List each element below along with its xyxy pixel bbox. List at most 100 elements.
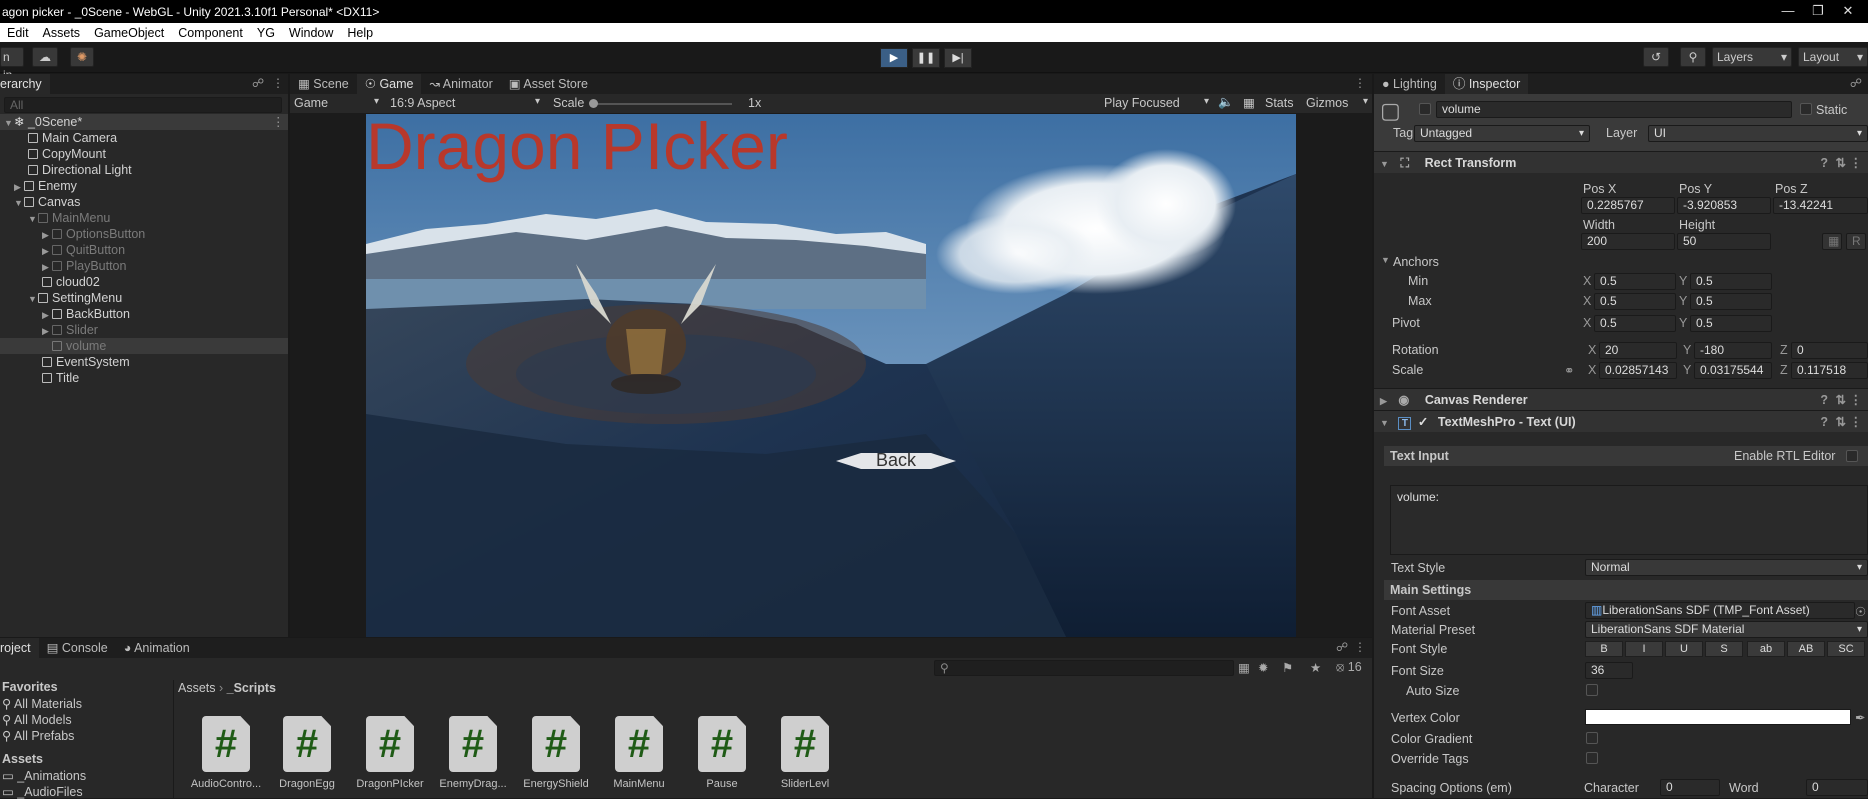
character-spacing-field[interactable]: 0 <box>1660 779 1720 796</box>
lock-icon[interactable]: ☍ <box>1336 640 1348 654</box>
breadcrumb-scripts[interactable]: _Scripts <box>227 681 276 695</box>
more-icon[interactable]: ⋮ <box>272 114 285 130</box>
game-dropdown[interactable]: Game ▾ <box>294 96 379 110</box>
tab-asset-store[interactable]: ▣ Asset Store <box>501 74 596 94</box>
tab-hierarchy[interactable]: erarchy <box>0 74 50 94</box>
scale-slider-handle[interactable] <box>589 99 598 108</box>
more-icon[interactable]: ⋮ <box>1354 76 1366 90</box>
script-asset[interactable]: # EnergyShield <box>516 716 596 790</box>
hierarchy-item[interactable]: Main Camera <box>0 130 117 146</box>
more-icon[interactable]: ⋮ <box>1850 152 1863 174</box>
menu-edit[interactable]: Edit <box>0 26 36 40</box>
chevron-right-icon[interactable]: ▶ <box>42 243 52 259</box>
hierarchy-item[interactable]: CopyMount <box>0 146 106 162</box>
hierarchy-item[interactable]: ▶ Slider <box>0 322 98 338</box>
account-button[interactable]: n in <box>0 47 24 82</box>
collab-icon[interactable]: ✺ <box>70 47 94 67</box>
tag-dropdown[interactable]: Untagged ▾ <box>1414 125 1590 142</box>
lock-icon[interactable]: ☍ <box>252 76 264 90</box>
more-icon[interactable]: ⋮ <box>272 76 284 90</box>
hierarchy-item[interactable]: ▶ BackButton <box>0 306 130 322</box>
hierarchy-item[interactable]: ▼ Canvas <box>0 194 80 210</box>
anchor-min-y-field[interactable]: 0.5 <box>1690 273 1772 290</box>
back-button[interactable]: Back <box>836 450 956 471</box>
layers-dropdown[interactable]: Layers ▾ <box>1712 47 1792 67</box>
hierarchy-item-selected[interactable]: volume <box>0 338 288 354</box>
more-icon[interactable]: ⋮ <box>1354 640 1366 654</box>
width-field[interactable]: 200 <box>1581 233 1675 250</box>
chevron-right-icon[interactable]: ▶ <box>42 307 52 323</box>
layer-dropdown[interactable]: UI ▾ <box>1648 125 1868 142</box>
strikethrough-button[interactable]: S <box>1705 641 1743 657</box>
tab-console[interactable]: ▤ Console <box>39 638 116 658</box>
scale-z-field[interactable]: 0.117518 <box>1791 362 1868 379</box>
favorites-header[interactable]: Favorites <box>2 680 58 694</box>
vertex-color-swatch[interactable] <box>1585 709 1851 725</box>
tab-scene[interactable]: ▦ Scene <box>290 74 357 94</box>
layout-dropdown[interactable]: Layout ▾ <box>1798 47 1868 67</box>
chevron-right-icon[interactable]: ▶ <box>42 227 52 243</box>
tab-lighting[interactable]: ● Lighting <box>1374 74 1445 94</box>
breadcrumb-assets[interactable]: Assets <box>178 681 216 695</box>
script-asset[interactable]: # EnemyDrag... <box>433 716 513 790</box>
folder-item[interactable]: ▭ _Animations <box>2 768 86 783</box>
object-picker-icon[interactable]: ☉ <box>1855 604 1866 619</box>
italic-button[interactable]: I <box>1625 641 1663 657</box>
chevron-down-icon[interactable]: ▼ <box>28 291 38 307</box>
rect-transform-header[interactable]: ▼ ⛶ Rect Transform ? ⇅ ⋮ <box>1374 151 1868 173</box>
hierarchy-item[interactable]: ▼ SettingMenu <box>0 290 122 306</box>
aspect-dropdown[interactable]: 16:9 Aspect ▾ <box>390 96 540 110</box>
game-viewport[interactable]: Dragon PIcker Back <box>366 114 1296 637</box>
rotation-x-field[interactable]: 20 <box>1599 342 1677 359</box>
tab-animator[interactable]: ↝ Animator <box>421 74 500 94</box>
scene-row[interactable]: ▼❄ _0Scene* ⋮ <box>0 114 288 130</box>
hierarchy-item[interactable]: Title <box>0 370 79 386</box>
play-focused-dropdown[interactable]: Play Focused ▾ <box>1104 96 1209 110</box>
rotation-z-field[interactable]: 0 <box>1791 342 1868 359</box>
rotation-y-field[interactable]: -180 <box>1694 342 1772 359</box>
auto-size-checkbox[interactable] <box>1586 684 1598 696</box>
menu-gameobject[interactable]: GameObject <box>87 26 171 40</box>
enabled-checkbox[interactable]: ✓ <box>1418 415 1428 429</box>
chevron-down-icon[interactable]: ▼ <box>14 195 24 211</box>
audio-icon[interactable]: 🔈 <box>1218 95 1234 110</box>
tab-project[interactable]: roject <box>0 638 39 658</box>
script-asset[interactable]: # MainMenu <box>599 716 679 790</box>
favorite-item[interactable]: ⚲ All Prefabs <box>2 728 74 743</box>
chevron-down-icon[interactable]: ▼ <box>1381 255 1390 265</box>
rtl-checkbox[interactable] <box>1846 450 1858 462</box>
settings-icon[interactable]: ⇅ <box>1836 152 1846 174</box>
pos-y-field[interactable]: -3.920853 <box>1677 197 1771 214</box>
menu-component[interactable]: Component <box>171 26 250 40</box>
hierarchy-item[interactable]: EventSystem <box>0 354 130 370</box>
gizmos-dropdown[interactable]: Gizmos ▾ <box>1306 96 1368 110</box>
filter-label-icon[interactable]: ✹ <box>1258 660 1268 675</box>
script-asset[interactable]: # AudioContro... <box>186 716 266 790</box>
settings-icon[interactable]: ⇅ <box>1836 389 1846 411</box>
pivot-x-field[interactable]: 0.5 <box>1594 315 1676 332</box>
script-asset[interactable]: # SliderLevl <box>765 716 845 790</box>
active-checkbox[interactable] <box>1419 103 1431 115</box>
link-icon[interactable]: ⚭ <box>1564 363 1574 378</box>
help-icon[interactable]: ? <box>1820 411 1828 433</box>
anchor-max-y-field[interactable]: 0.5 <box>1690 293 1772 310</box>
underline-button[interactable]: U <box>1665 641 1703 657</box>
hierarchy-item[interactable]: ▶ OptionsButton <box>0 226 145 242</box>
chevron-right-icon[interactable]: ▶ <box>42 259 52 275</box>
lock-icon[interactable]: ☍ <box>1850 76 1862 90</box>
assets-header[interactable]: Assets <box>2 752 43 766</box>
uppercase-button[interactable]: AB <box>1787 641 1825 657</box>
project-search-input[interactable]: ⚲ <box>934 660 1234 676</box>
resolution-icon[interactable]: ▦ <box>1243 95 1255 110</box>
eyedropper-icon[interactable]: ✒ <box>1855 710 1865 725</box>
text-input-area[interactable]: volume: <box>1390 485 1868 555</box>
close-button[interactable]: ✕ <box>1828 0 1868 23</box>
hierarchy-item[interactable]: ▶ PlayButton <box>0 258 126 274</box>
anchor-max-x-field[interactable]: 0.5 <box>1594 293 1676 310</box>
pause-button[interactable]: ❚❚ <box>912 48 940 68</box>
override-tags-checkbox[interactable] <box>1586 752 1598 764</box>
tab-animation[interactable]: ◕ Animation <box>116 638 198 658</box>
favorite-star-icon[interactable]: ★ <box>1310 660 1321 675</box>
menu-help[interactable]: Help <box>340 26 380 40</box>
hierarchy-item[interactable]: cloud02 <box>0 274 100 290</box>
